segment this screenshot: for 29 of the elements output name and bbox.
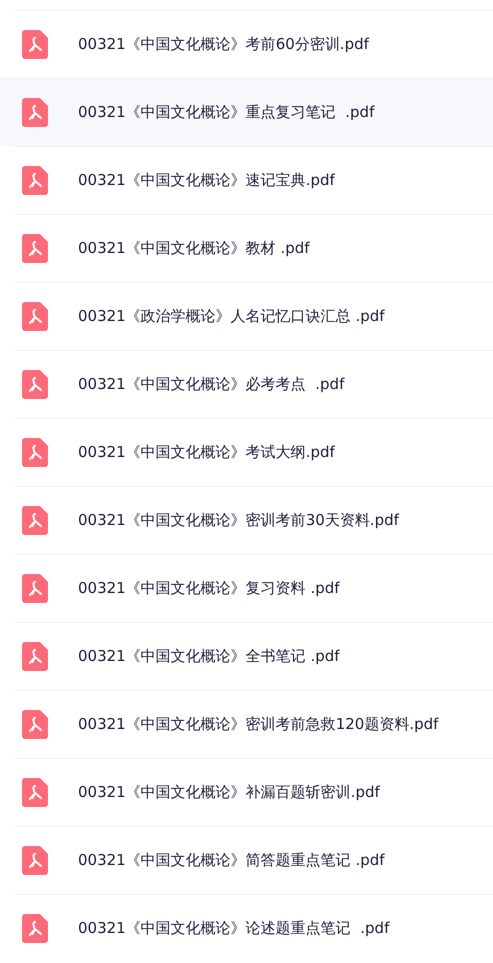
file-name: 00321《政治学概论》人名记忆口诀汇总 .pdf [78, 307, 385, 326]
file-name: 00321《中国文化概论》论述题重点笔记 .pdf [78, 919, 390, 938]
file-name: 00321《中国文化概论》考前60分密训.pdf [78, 35, 369, 54]
pdf-file-icon [22, 30, 48, 59]
pdf-file-icon [22, 846, 48, 875]
file-name: 00321《中国文化概论》考试大纲.pdf [78, 443, 335, 462]
file-name: 00321《中国文化概论》密训考前急救120题资料.pdf [78, 715, 438, 734]
file-name: 00321《中国文化概论》教材 .pdf [78, 239, 310, 258]
pdf-file-icon [22, 302, 48, 331]
pdf-file-icon [22, 574, 48, 603]
file-name: 00321《中国文化概论》简答题重点笔记 .pdf [78, 851, 385, 870]
pdf-file-icon [22, 166, 48, 195]
file-name: 00321《中国文化概论》密训考前30天资料.pdf [78, 511, 399, 530]
pdf-file-icon [22, 710, 48, 739]
file-name: 00321《中国文化概论》复习资料 .pdf [78, 579, 340, 598]
file-row[interactable]: 00321《中国文化概论》重点复习笔记 .pdf [0, 78, 493, 146]
file-name: 00321《中国文化概论》必考考点 .pdf [78, 375, 344, 394]
pdf-file-icon [22, 98, 48, 127]
file-name: 00321《中国文化概论》速记宝典.pdf [78, 171, 335, 190]
pdf-file-icon [22, 778, 48, 807]
pdf-file-icon [22, 642, 48, 671]
pdf-file-icon [22, 370, 48, 399]
pdf-file-icon [22, 506, 48, 535]
file-name: 00321《中国文化概论》全书笔记 .pdf [78, 647, 340, 666]
pdf-file-icon [22, 234, 48, 263]
pdf-file-icon [22, 438, 48, 467]
pdf-file-icon [22, 914, 48, 943]
file-name: 00321《中国文化概论》重点复习笔记 .pdf [78, 103, 374, 122]
file-name: 00321《中国文化概论》补漏百题斩密训.pdf [78, 783, 380, 802]
